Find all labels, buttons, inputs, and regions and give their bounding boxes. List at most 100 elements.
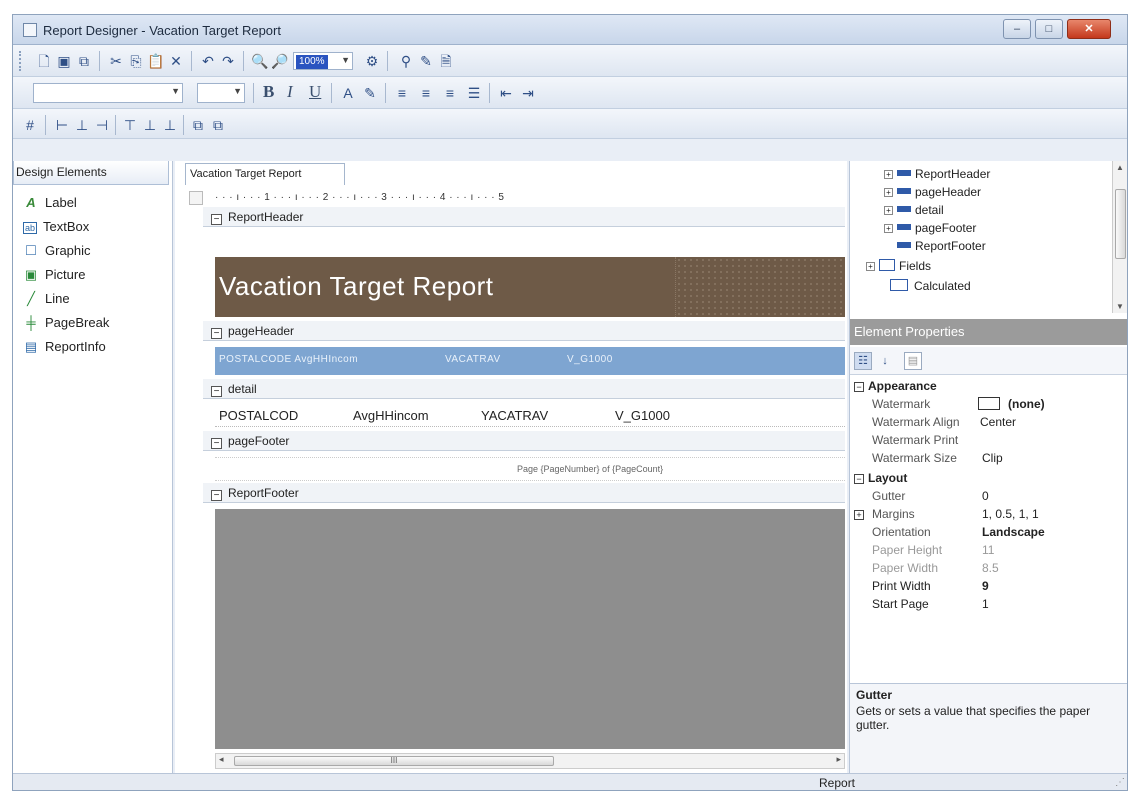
tree-node-calculated[interactable]: Calculated [890, 277, 971, 295]
property-row[interactable]: Gutter 0 [850, 487, 1127, 505]
redo-icon[interactable]: ↷ [219, 52, 237, 70]
collapse-icon[interactable]: − [211, 386, 222, 397]
expand-icon[interactable]: + [884, 170, 893, 179]
element-picture[interactable]: ▣ Picture [23, 265, 86, 285]
align-middles-icon[interactable]: ⊥ [141, 116, 159, 134]
detail-field-avghhincom[interactable]: AvgHHincom [353, 408, 429, 423]
send-to-back-icon[interactable]: ⧉ [209, 116, 227, 134]
save-all-icon[interactable]: ⧉ [75, 52, 93, 70]
snap-grid-icon[interactable]: # [21, 116, 39, 134]
scroll-left-icon[interactable]: ◂ [219, 754, 224, 765]
tree-node-pagefooter[interactable]: + pageFooter [884, 219, 976, 237]
zoom-combo[interactable]: 100% ▼ [293, 52, 353, 70]
detail-field-vg1000[interactable]: V_G1000 [615, 408, 670, 423]
page-number-field[interactable]: Page {PageNumber} of {PageCount} [517, 464, 663, 474]
category-layout[interactable]: − Layout [854, 469, 907, 487]
copy-icon[interactable]: ⎘ [127, 52, 145, 70]
minimize-button[interactable]: – [1003, 19, 1031, 39]
header-field-vacatrav[interactable]: VACATRAV [445, 354, 501, 365]
property-row[interactable]: Print Width 9 [850, 577, 1127, 595]
element-textbox[interactable]: ab TextBox [23, 217, 89, 237]
expand-icon[interactable]: + [884, 224, 893, 233]
scroll-right-icon[interactable]: ▸ [836, 754, 841, 765]
element-label[interactable]: A Label [23, 193, 77, 213]
categorized-icon[interactable]: ☷ [854, 352, 872, 370]
detail-field-vacatrav[interactable]: YACATRAV [481, 408, 548, 423]
resize-grip-icon[interactable]: ⋰ [1115, 774, 1125, 790]
undo-icon[interactable]: ↶ [199, 52, 217, 70]
delete-icon[interactable]: ✕ [167, 52, 185, 70]
bold-button[interactable]: B [263, 82, 274, 102]
font-size-combo[interactable]: ▼ [197, 83, 245, 103]
detail-field-postalcode[interactable]: POSTALCOD [219, 408, 298, 423]
property-row[interactable]: Paper Height 11 [850, 541, 1127, 559]
tree-node-detail[interactable]: + detail [884, 201, 944, 219]
collapse-icon[interactable]: − [211, 214, 222, 225]
report-title-label[interactable]: Vacation Target Report [219, 271, 494, 302]
property-row[interactable]: Start Page 1 [850, 595, 1127, 613]
align-lefts-icon[interactable]: ⊢ [53, 116, 71, 134]
chevron-down-icon[interactable]: ▼ [171, 86, 180, 96]
detail-band[interactable]: POSTALCOD AvgHHincom YACATRAV V_G1000 [215, 405, 845, 427]
collapse-icon[interactable]: − [211, 328, 222, 339]
element-line[interactable]: ╱ Line [23, 289, 70, 309]
cut-icon[interactable]: ✂ [107, 52, 125, 70]
header-field-vg1000[interactable]: V_G1000 [567, 354, 613, 365]
report-header-band[interactable]: Vacation Target Report [215, 257, 845, 317]
close-button[interactable]: ✕ [1067, 19, 1111, 39]
paste-icon[interactable]: 📋 [147, 52, 165, 70]
style-combo[interactable]: ▼ [33, 83, 183, 103]
align-right-icon[interactable]: ≡ [441, 84, 459, 102]
new-icon[interactable]: 🗋 [35, 52, 53, 70]
maximize-button[interactable]: □ [1035, 19, 1063, 39]
zoom-in-icon[interactable]: 🔎 [271, 52, 289, 70]
tree-scroll-thumb[interactable] [1115, 189, 1126, 259]
element-reportinfo[interactable]: ▤ ReportInfo [23, 337, 106, 357]
scroll-down-icon[interactable]: ▼ [1116, 302, 1124, 311]
highlight-icon[interactable]: ✎ [361, 84, 379, 102]
italic-button[interactable]: I [287, 82, 293, 102]
section-detail[interactable]: − detail [203, 379, 845, 399]
collapse-icon[interactable]: − [211, 490, 222, 501]
header-field-postalcode[interactable]: POSTALCODE AvgHHIncom [219, 354, 358, 365]
expand-icon[interactable]: + [854, 510, 864, 520]
property-row[interactable]: Paper Width 8.5 [850, 559, 1127, 577]
section-page-header[interactable]: − pageHeader [203, 321, 845, 341]
category-appearance[interactable]: − Appearance [854, 377, 937, 395]
bring-to-front-icon[interactable]: ⧉ [189, 116, 207, 134]
scroll-thumb[interactable]: III [234, 756, 554, 766]
expand-icon[interactable]: + [884, 188, 893, 197]
element-pagebreak[interactable]: ╪ PageBreak [23, 313, 109, 333]
underline-button[interactable]: U [309, 82, 321, 102]
align-center-icon[interactable]: ≡ [417, 84, 435, 102]
page-header-band[interactable]: POSTALCODE AvgHHIncom VACATRAV V_G1000 [215, 347, 845, 375]
report-settings-icon[interactable]: ⚙ [363, 52, 381, 70]
preview-icon[interactable]: 🗎 [437, 52, 455, 70]
collapse-icon[interactable]: − [854, 382, 864, 392]
tree-node-fields[interactable]: + Fields [866, 257, 931, 275]
outdent-icon[interactable]: ⇤ [497, 84, 515, 102]
property-row[interactable]: + Margins 1, 0.5, 1, 1 [850, 505, 1127, 523]
collapse-icon[interactable]: − [854, 474, 864, 484]
align-rights-icon[interactable]: ⊣ [93, 116, 111, 134]
property-row[interactable]: Orientation Landscape [850, 523, 1127, 541]
property-row[interactable]: Watermark Align Center [850, 413, 1127, 431]
align-centers-icon[interactable]: ⊥ [73, 116, 91, 134]
tree-scrollbar[interactable]: ▲ ▼ [1112, 161, 1127, 313]
property-pages-icon[interactable]: ▤ [904, 352, 922, 370]
save-icon[interactable]: ▣ [55, 52, 73, 70]
collapse-icon[interactable]: − [211, 438, 222, 449]
scroll-up-icon[interactable]: ▲ [1116, 163, 1124, 172]
property-row[interactable]: Watermark Print [850, 431, 1127, 449]
find-icon[interactable]: ⚲ [397, 52, 415, 70]
chevron-down-icon[interactable]: ▼ [341, 55, 350, 65]
horizontal-scrollbar[interactable]: ◂ III ▸ [215, 753, 845, 769]
expand-icon[interactable]: + [866, 262, 875, 271]
zoom-out-icon[interactable]: 🔍 [251, 52, 269, 70]
script-icon[interactable]: ✎ [417, 52, 435, 70]
property-row[interactable]: Watermark Size Clip [850, 449, 1127, 467]
indent-icon[interactable]: ⇥ [519, 84, 537, 102]
section-report-footer[interactable]: − ReportFooter [203, 483, 845, 503]
tab-vacation-target-report[interactable]: Vacation Target Report [185, 163, 345, 185]
font-color-icon[interactable]: A [339, 84, 357, 102]
